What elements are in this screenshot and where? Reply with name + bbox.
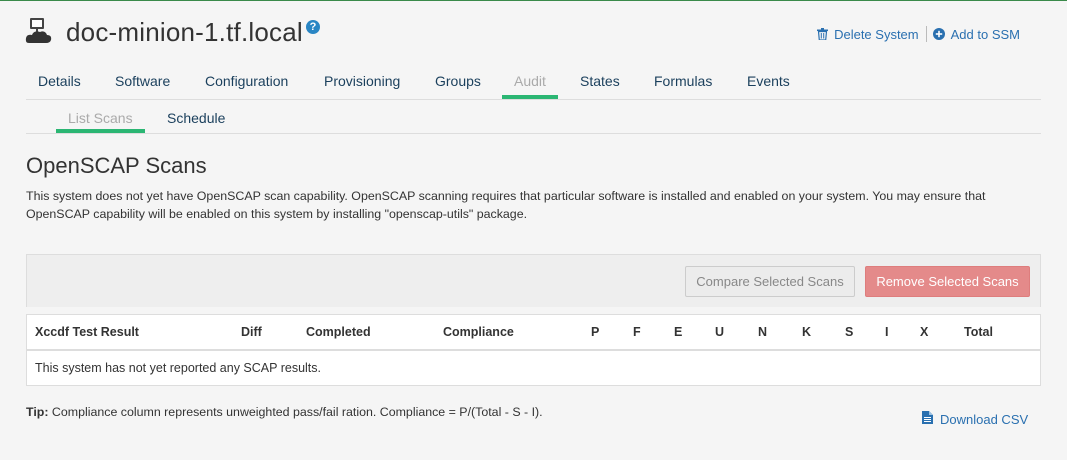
subtab-list-scans[interactable]: List Scans — [68, 110, 133, 126]
tab-groups[interactable]: Groups — [435, 73, 481, 89]
col-e[interactable]: E — [674, 325, 682, 339]
col-completed[interactable]: Completed — [306, 325, 371, 339]
tab-details[interactable]: Details — [38, 73, 81, 89]
tab-events[interactable]: Events — [747, 73, 790, 89]
help-icon[interactable]: ? — [306, 20, 320, 34]
sub-tabs: List Scans Schedule — [26, 107, 1041, 134]
compare-selected-scans-button[interactable]: Compare Selected Scans — [685, 266, 855, 297]
remove-selected-scans-button[interactable]: Remove Selected Scans — [865, 266, 1030, 297]
tip-label: Tip: — [26, 405, 49, 419]
server-cloud-icon — [25, 17, 53, 45]
col-total[interactable]: Total — [964, 325, 993, 339]
col-n[interactable]: N — [758, 325, 767, 339]
active-tab-indicator — [502, 95, 558, 99]
tip-text: Tip: Compliance column represents unweig… — [26, 405, 543, 419]
col-f[interactable]: F — [633, 325, 641, 339]
col-s[interactable]: S — [845, 325, 853, 339]
delete-system-button[interactable]: Delete System — [817, 27, 919, 42]
table-toolbar: Compare Selected Scans Remove Selected S… — [26, 254, 1041, 307]
trash-icon — [817, 28, 829, 40]
file-icon — [922, 411, 933, 427]
download-csv-link[interactable]: Download CSV — [922, 411, 1028, 427]
col-i[interactable]: I — [885, 325, 888, 339]
col-p[interactable]: P — [591, 325, 599, 339]
col-compliance[interactable]: Compliance — [443, 325, 514, 339]
plus-circle-icon — [932, 28, 945, 40]
scans-table: Xccdf Test Result Diff Completed Complia… — [26, 314, 1041, 386]
col-k[interactable]: K — [802, 325, 811, 339]
tab-audit[interactable]: Audit — [514, 73, 546, 89]
add-to-ssm-button[interactable]: Add to SSM — [932, 26, 1020, 42]
col-x[interactable]: X — [920, 325, 928, 339]
main-tabs: Details Software Configuration Provision… — [26, 73, 1041, 100]
tab-configuration[interactable]: Configuration — [205, 73, 288, 89]
header-actions: Delete System Add to SSM — [817, 26, 1020, 42]
page-title: doc-minion-1.tf.local — [66, 17, 303, 47]
subtab-schedule[interactable]: Schedule — [167, 110, 225, 126]
section-title: OpenSCAP Scans — [26, 153, 207, 178]
section-description: This system does not yet have OpenSCAP s… — [26, 189, 986, 221]
delete-system-label: Delete System — [834, 26, 919, 42]
active-subtab-indicator — [56, 129, 145, 133]
col-xccdf-test-result[interactable]: Xccdf Test Result — [35, 325, 139, 339]
col-diff[interactable]: Diff — [241, 325, 262, 339]
col-u[interactable]: U — [715, 325, 724, 339]
empty-table-message: This system has not yet reported any SCA… — [35, 361, 322, 375]
add-to-ssm-label: Add to SSM — [950, 26, 1020, 42]
tab-software[interactable]: Software — [115, 73, 170, 89]
tab-provisioning[interactable]: Provisioning — [324, 73, 400, 89]
table-header: Xccdf Test Result Diff Completed Complia… — [27, 315, 1040, 351]
download-csv-label: Download CSV — [940, 411, 1029, 427]
tab-formulas[interactable]: Formulas — [654, 73, 712, 89]
action-divider — [925, 26, 927, 42]
tip-body: Compliance column represents unweighted … — [48, 405, 543, 419]
tab-states[interactable]: States — [580, 73, 620, 89]
